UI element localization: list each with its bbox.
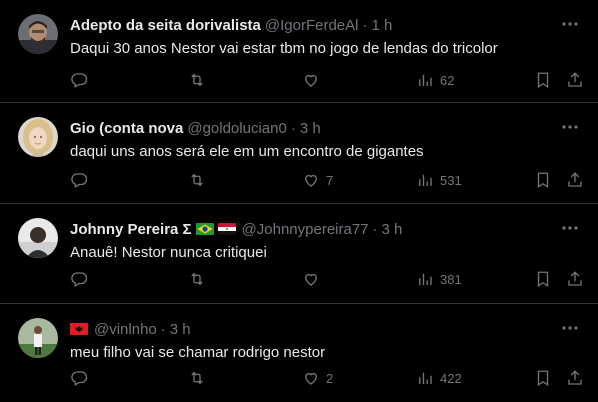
- timestamp[interactable]: 3 h: [300, 120, 321, 137]
- repost-button[interactable]: [188, 170, 212, 190]
- avatar[interactable]: [18, 218, 58, 258]
- reply-button[interactable]: [70, 269, 94, 289]
- timestamp[interactable]: 1 h: [372, 17, 393, 34]
- repost-icon: [188, 71, 206, 89]
- views-button[interactable]: 531: [416, 170, 462, 190]
- bookmark-button[interactable]: [534, 368, 552, 388]
- bookmark-icon: [534, 171, 552, 189]
- timestamp[interactable]: 3 h: [170, 321, 191, 338]
- view-count: 422: [440, 370, 462, 386]
- like-button[interactable]: 7: [302, 170, 333, 190]
- views-icon: [416, 71, 434, 89]
- like-icon: [302, 71, 320, 89]
- separator-dot: ·: [290, 119, 296, 137]
- egypt-flag: [217, 223, 236, 235]
- like-count: 7: [326, 172, 334, 188]
- action-bar: 2 422: [58, 368, 590, 388]
- reply-tweet[interactable]: @vinlnho · 3 h meu filho vai se chamar r…: [0, 304, 598, 402]
- bookmark-icon: [534, 369, 552, 387]
- like-button[interactable]: 2: [302, 368, 333, 388]
- albania-flag: [70, 323, 88, 335]
- separator-dot: ·: [362, 16, 368, 34]
- tweet-text: Anauê! Nestor nunca critiquei: [70, 244, 267, 261]
- display-name[interactable]: Gio (conta nova: [70, 120, 183, 137]
- user-handle[interactable]: @IgorFerdeAl: [265, 17, 359, 34]
- like-icon: [302, 270, 320, 288]
- views-icon: [416, 270, 434, 288]
- share-icon: [566, 270, 584, 288]
- like-count: 2: [326, 370, 334, 386]
- reply-icon: [70, 71, 88, 89]
- separator-dot: ·: [160, 320, 166, 338]
- views-button[interactable]: 422: [416, 368, 462, 388]
- repost-button[interactable]: [188, 368, 212, 388]
- share-button[interactable]: [566, 368, 584, 388]
- share-button[interactable]: [566, 170, 584, 190]
- more-icon[interactable]: [560, 117, 580, 137]
- user-handle[interactable]: @Johnnypereira77: [242, 221, 369, 238]
- tweet-text: Daqui 30 anos Nestor vai estar tbm no jo…: [70, 40, 498, 57]
- display-name[interactable]: Johnny Pereira Σ: [70, 221, 192, 238]
- bookmark-icon: [534, 71, 552, 89]
- reply-tweet[interactable]: Adepto da seita dorivalista @IgorFerdeAl…: [0, 0, 598, 103]
- views-button[interactable]: 62: [416, 70, 454, 90]
- reply-tweet[interactable]: Gio (conta nova @goldolucian0 · 3 h daqu…: [0, 103, 598, 204]
- user-handle[interactable]: @vinlnho: [94, 321, 157, 338]
- bookmark-button[interactable]: [534, 269, 552, 289]
- view-count: 62: [440, 72, 455, 88]
- reply-tweet[interactable]: Johnny Pereira Σ @Johnnypereira77 · 3 h …: [0, 204, 598, 304]
- views-icon: [416, 369, 434, 387]
- bookmark-icon: [534, 270, 552, 288]
- view-count: 381: [440, 271, 462, 287]
- repost-button[interactable]: [188, 70, 212, 90]
- action-bar: 381: [58, 269, 590, 289]
- share-icon: [566, 369, 584, 387]
- repost-icon: [188, 171, 206, 189]
- like-button[interactable]: [302, 269, 326, 289]
- repost-button[interactable]: [188, 269, 212, 289]
- reply-button[interactable]: [70, 70, 94, 90]
- share-icon: [566, 171, 584, 189]
- view-count: 531: [440, 172, 462, 188]
- more-icon[interactable]: [560, 218, 580, 238]
- separator-dot: ·: [372, 220, 378, 238]
- tweet-text: daqui uns anos será ele em um encontro d…: [70, 143, 424, 160]
- display-name[interactable]: Adepto da seita dorivalista: [70, 17, 261, 34]
- reply-icon: [70, 171, 88, 189]
- brazil-flag: [195, 223, 214, 235]
- reply-icon: [70, 369, 88, 387]
- reply-icon: [70, 270, 88, 288]
- like-icon: [302, 369, 320, 387]
- share-button[interactable]: [566, 70, 584, 90]
- avatar[interactable]: [18, 14, 58, 54]
- more-icon[interactable]: [560, 318, 580, 338]
- action-bar: 7 531: [58, 170, 590, 190]
- tweet-text: meu filho vai se chamar rodrigo nestor: [70, 344, 326, 361]
- action-bar: 62: [58, 70, 590, 90]
- bookmark-button[interactable]: [534, 70, 552, 90]
- reply-button[interactable]: [70, 170, 94, 190]
- like-button[interactable]: [302, 70, 326, 90]
- replies-feed: Adepto da seita dorivalista @IgorFerdeAl…: [0, 0, 598, 402]
- share-button[interactable]: [566, 269, 584, 289]
- like-icon: [302, 171, 320, 189]
- avatar[interactable]: [18, 318, 58, 358]
- bookmark-button[interactable]: [534, 170, 552, 190]
- share-icon: [566, 71, 584, 89]
- user-handle[interactable]: @goldolucian0: [187, 120, 286, 137]
- more-icon[interactable]: [560, 14, 580, 34]
- repost-icon: [188, 270, 206, 288]
- repost-icon: [188, 369, 206, 387]
- views-button[interactable]: 381: [416, 269, 462, 289]
- reply-button[interactable]: [70, 368, 94, 388]
- timestamp[interactable]: 3 h: [382, 221, 403, 238]
- views-icon: [416, 171, 434, 189]
- avatar[interactable]: [18, 117, 58, 157]
